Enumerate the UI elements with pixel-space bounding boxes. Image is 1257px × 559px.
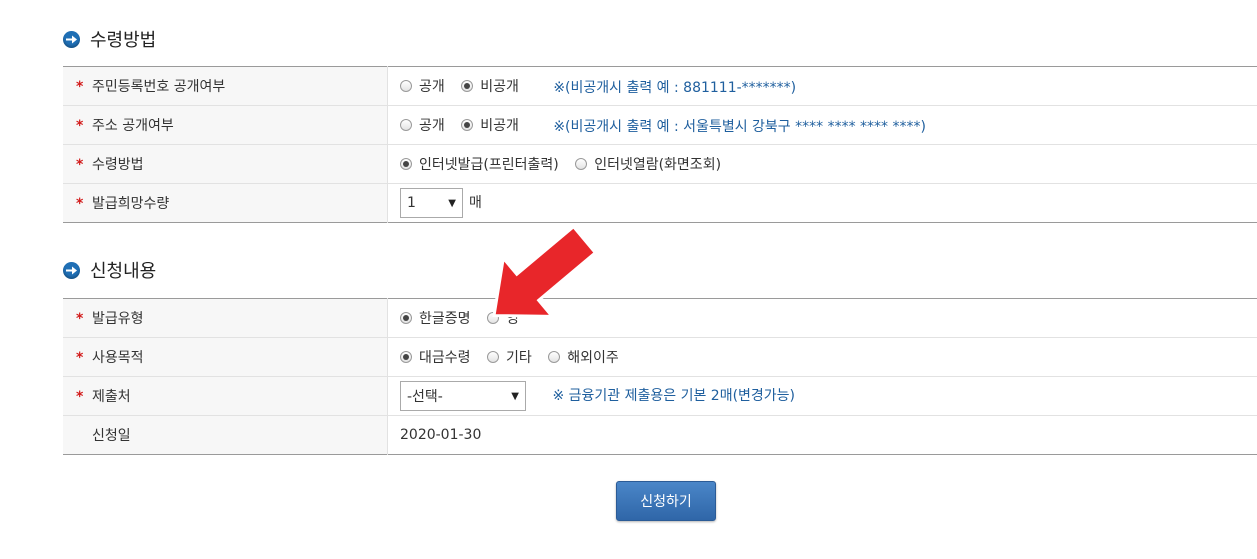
radio-internet-view[interactable]: 인터넷열람(화면조회) [575, 154, 721, 174]
quantity-select[interactable]: 1 ▼ [400, 188, 463, 218]
radio-payment[interactable]: 대금수령 [400, 347, 471, 367]
radio-emigration[interactable]: 해외이주 [548, 347, 619, 367]
label-text: 발급희망수량 [92, 196, 170, 212]
table-row: * 발급희망수량 1 ▼ 매 [63, 183, 1257, 223]
row-label: * 주민등록번호 공개여부 [63, 66, 388, 106]
label-text: 신청일 [92, 428, 131, 444]
dropdown-arrow-icon: ▼ [448, 197, 456, 209]
table-row: * 사용목적 대금수령 기타 해외이주 [63, 337, 1257, 377]
table-row: * 수령방법 인터넷발급(프린터출력) 인터넷열람(화면조회) [63, 144, 1257, 184]
application-date: 2020-01-30 [400, 427, 482, 443]
submit-to-select[interactable]: -선택- ▼ [400, 381, 526, 411]
row-label: * 수령방법 [63, 144, 388, 184]
row-label: * 사용목적 [63, 337, 388, 377]
row-label: * 발급유형 [63, 298, 388, 338]
table-row: 신청일 2020-01-30 [63, 415, 1257, 455]
arrow-right-circle-icon [63, 261, 80, 279]
row-value: 공개 비공개 ※(비공개시 출력 예 : 881111-*******) [387, 66, 1257, 106]
radio-address-private[interactable]: 비공개 [461, 115, 519, 135]
section-header-receipt: 수령방법 [63, 26, 156, 52]
row-value: 대금수령 기타 해외이주 [387, 337, 1257, 377]
submit-to-value: -선택- [407, 389, 443, 405]
row-label: 신청일 [63, 415, 388, 455]
apply-button[interactable]: 신청하기 [616, 481, 716, 521]
radio-rrn-public[interactable]: 공개 [400, 76, 445, 96]
address-note: ※(비공개시 출력 예 : 서울특별시 강북구 **** **** **** *… [553, 118, 926, 135]
dropdown-arrow-icon: ▼ [511, 390, 519, 402]
required-mark: * [76, 118, 84, 134]
row-value: -선택- ▼ ※ 금융기관 제출용은 기본 2매(변경가능) [387, 376, 1257, 416]
row-label: * 발급희망수량 [63, 183, 388, 223]
receipt-method-table: * 주민등록번호 공개여부 공개 비공개 ※(비공개시 출력 예 : 881111… [63, 66, 1257, 223]
rrn-note: ※(비공개시 출력 예 : 881111-*******) [553, 79, 797, 96]
label-text: 주민등록번호 공개여부 [92, 79, 226, 95]
row-value: 2020-01-30 [388, 416, 1257, 455]
application-table: * 발급유형 한글증명 영 * 사용목적 대금수령 기타 해외이주 * 제출처 -선택… [63, 298, 1257, 455]
required-mark: * [76, 196, 84, 212]
radio-other[interactable]: 기타 [486, 347, 532, 367]
radio-address-public[interactable]: 공개 [400, 115, 445, 135]
row-value: 1 ▼ 매 [388, 184, 1257, 223]
row-label: * 주소 공개여부 [63, 105, 388, 145]
row-value: 인터넷발급(프린터출력) 인터넷열람(화면조회) [387, 144, 1257, 184]
table-row: * 제출처 -선택- ▼ ※ 금융기관 제출용은 기본 2매(변경가능) [63, 376, 1257, 416]
label-text: 발급유형 [92, 311, 144, 327]
label-text: 주소 공개여부 [92, 118, 174, 134]
table-row: * 발급유형 한글증명 영 [63, 298, 1257, 338]
section-title: 신청내용 [90, 261, 157, 282]
quantity-unit: 매 [469, 195, 482, 211]
row-label: * 제출처 [63, 376, 388, 416]
required-mark: * [76, 157, 84, 173]
required-mark: * [76, 311, 84, 327]
label-text: 사용목적 [92, 350, 144, 366]
section-header-application: 신청내용 [63, 257, 156, 283]
required-mark: * [76, 389, 84, 405]
arrow-right-circle-icon [63, 30, 80, 48]
required-mark: * [76, 350, 84, 366]
label-text: 수령방법 [92, 157, 144, 173]
table-row: * 주민등록번호 공개여부 공개 비공개 ※(비공개시 출력 예 : 881111… [63, 66, 1257, 106]
table-row: * 주소 공개여부 공개 비공개 ※(비공개시 출력 예 : 서울특별시 강북구 … [63, 105, 1257, 145]
radio-korean-cert[interactable]: 한글증명 [400, 308, 471, 328]
radio-internet-issue[interactable]: 인터넷발급(프린터출력) [400, 154, 559, 174]
submit-to-note: ※ 금융기관 제출용은 기본 2매(변경가능) [552, 388, 796, 404]
row-value: 공개 비공개 ※(비공개시 출력 예 : 서울특별시 강북구 **** ****… [387, 105, 1257, 145]
radio-rrn-private[interactable]: 비공개 [461, 76, 519, 96]
quantity-value: 1 [407, 195, 416, 211]
red-arrow-annotation-icon [492, 224, 598, 318]
label-text: 제출처 [92, 389, 131, 405]
section-title: 수령방법 [90, 30, 157, 51]
required-mark: * [76, 79, 84, 95]
